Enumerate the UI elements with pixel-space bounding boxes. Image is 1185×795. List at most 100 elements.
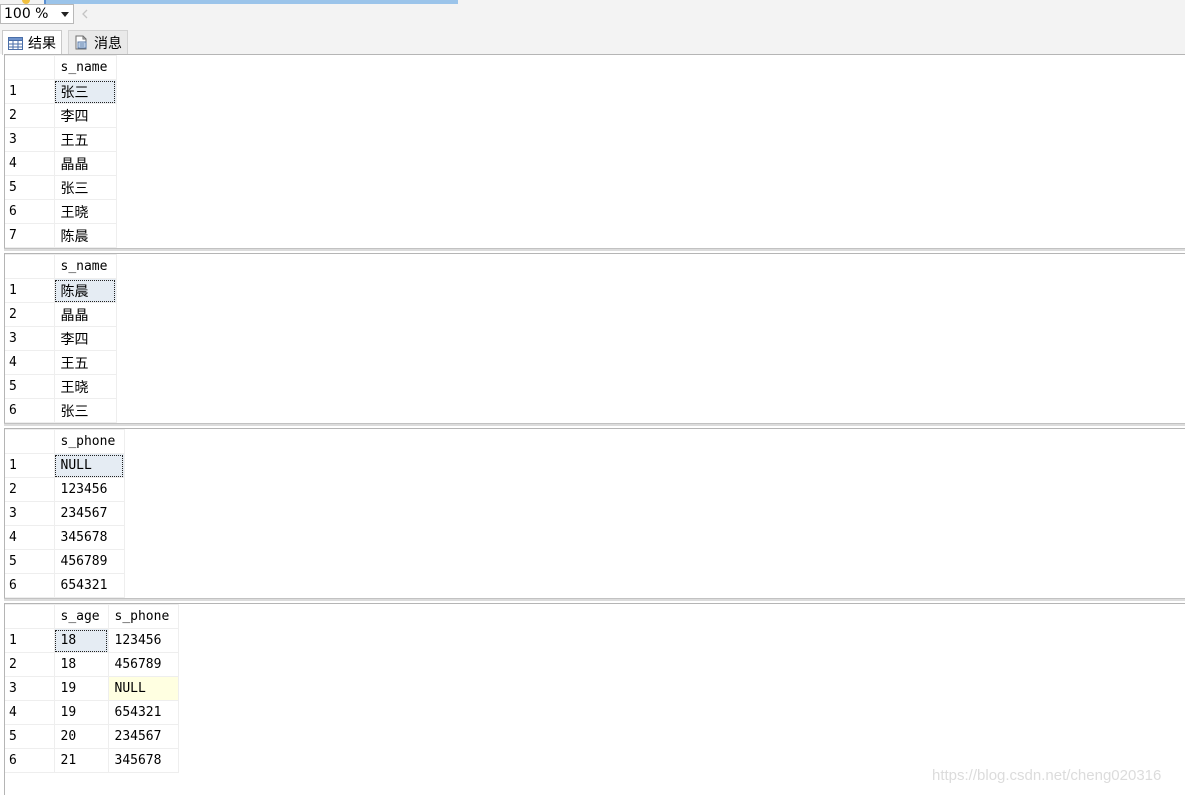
row-number[interactable]: 5 — [5, 724, 55, 749]
cell[interactable]: 晶晶 — [53, 302, 117, 327]
row-number[interactable]: 3 — [5, 127, 55, 152]
row-number-header[interactable] — [5, 604, 55, 629]
table-row[interactable]: 6 654321 — [5, 573, 125, 598]
table-row[interactable]: 3 234567 — [5, 501, 125, 526]
cell[interactable]: 张三 — [53, 398, 117, 423]
cell[interactable]: 王晓 — [53, 199, 117, 224]
table-row[interactable]: 4 19 654321 — [5, 700, 179, 725]
table-row[interactable]: 1 张三 — [5, 79, 117, 104]
cell[interactable]: 345678 — [107, 748, 179, 773]
cell[interactable]: 张三 — [53, 79, 117, 104]
table-row[interactable]: 2 123456 — [5, 477, 125, 502]
tab-messages[interactable]: 消息 — [68, 30, 128, 54]
row-number-header[interactable] — [5, 55, 55, 80]
row-number[interactable]: 4 — [5, 350, 55, 375]
row-number[interactable]: 6 — [5, 748, 55, 773]
pane-splitter[interactable] — [4, 423, 1185, 426]
cell[interactable]: 王晓 — [53, 374, 117, 399]
cell[interactable]: 李四 — [53, 326, 117, 351]
pane-splitter[interactable] — [4, 248, 1185, 251]
cell[interactable]: 李四 — [53, 103, 117, 128]
row-number[interactable]: 5 — [5, 175, 55, 200]
table-row[interactable]: 3 19 NULL — [5, 676, 179, 701]
table-row[interactable]: 5 王晓 — [5, 374, 117, 399]
row-number[interactable]: 2 — [5, 103, 55, 128]
column-header[interactable]: s_age — [53, 604, 109, 629]
pane-splitter[interactable] — [4, 598, 1185, 601]
row-number-header[interactable] — [5, 254, 55, 279]
cell[interactable]: 王五 — [53, 127, 117, 152]
cell[interactable]: 19 — [53, 700, 109, 725]
cell[interactable]: 234567 — [53, 501, 125, 526]
cell[interactable]: 18 — [53, 628, 109, 653]
table-row[interactable]: 7 陈晨 — [5, 223, 117, 248]
cell[interactable]: NULL — [53, 453, 125, 478]
row-number-header[interactable] — [5, 429, 55, 454]
table-row[interactable]: 2 18 456789 — [5, 652, 179, 677]
column-header[interactable]: s_name — [53, 254, 117, 279]
table-row[interactable]: 5 张三 — [5, 175, 117, 200]
cell[interactable]: 123456 — [53, 477, 125, 502]
table-row[interactable]: 1 陈晨 — [5, 278, 117, 303]
column-header[interactable]: s_phone — [53, 429, 125, 454]
row-number[interactable]: 1 — [5, 628, 55, 653]
table-row[interactable]: 4 345678 — [5, 525, 125, 550]
row-number[interactable]: 5 — [5, 549, 55, 574]
table-row[interactable]: 1 18 123456 — [5, 628, 179, 653]
table-row[interactable]: 6 21 345678 — [5, 748, 179, 773]
cell[interactable]: 王五 — [53, 350, 117, 375]
cell[interactable]: 20 — [53, 724, 109, 749]
cell[interactable]: 123456 — [107, 628, 179, 653]
cell[interactable]: 654321 — [107, 700, 179, 725]
tab-results[interactable]: 结果 — [2, 30, 62, 55]
table-row[interactable]: 3 李四 — [5, 326, 117, 351]
column-header[interactable]: s_name — [53, 55, 117, 80]
editor-scrollbar-thumb[interactable] — [44, 0, 458, 4]
row-number[interactable]: 2 — [5, 302, 55, 327]
row-number[interactable]: 4 — [5, 700, 55, 725]
cell[interactable]: 陈晨 — [53, 278, 117, 303]
table-row[interactable]: 4 晶晶 — [5, 151, 117, 176]
row-number[interactable]: 1 — [5, 453, 55, 478]
cell[interactable]: NULL — [107, 676, 179, 701]
row-number[interactable]: 4 — [5, 151, 55, 176]
cell[interactable]: 张三 — [53, 175, 117, 200]
table-row[interactable]: 6 王晓 — [5, 199, 117, 224]
table-row[interactable]: 5 20 234567 — [5, 724, 179, 749]
table-row[interactable]: 6 张三 — [5, 398, 117, 423]
cell[interactable]: 21 — [53, 748, 109, 773]
table-row[interactable]: 1 NULL — [5, 453, 125, 478]
scroll-left-icon[interactable] — [78, 6, 92, 22]
row-number[interactable]: 3 — [5, 501, 55, 526]
row-number[interactable]: 3 — [5, 326, 55, 351]
cell[interactable]: 19 — [53, 676, 109, 701]
zoom-dropdown[interactable]: 100 % — [0, 4, 74, 24]
row-number[interactable]: 1 — [5, 278, 55, 303]
table-row[interactable]: 2 李四 — [5, 103, 117, 128]
row-number[interactable]: 6 — [5, 199, 55, 224]
table-row[interactable]: 4 王五 — [5, 350, 117, 375]
table-row[interactable]: 2 晶晶 — [5, 302, 117, 327]
cell[interactable]: 456789 — [107, 652, 179, 677]
row-number[interactable]: 2 — [5, 652, 55, 677]
cell[interactable]: 456789 — [53, 549, 125, 574]
column-header[interactable]: s_phone — [107, 604, 179, 629]
cell[interactable]: 654321 — [53, 573, 125, 598]
row-number[interactable]: 4 — [5, 525, 55, 550]
table-row[interactable]: 3 王五 — [5, 127, 117, 152]
row-number[interactable]: 2 — [5, 477, 55, 502]
chevron-down-icon[interactable] — [57, 5, 73, 23]
row-number[interactable]: 1 — [5, 79, 55, 104]
row-number[interactable]: 3 — [5, 676, 55, 701]
table-row[interactable]: 5 456789 — [5, 549, 125, 574]
cell[interactable]: 18 — [53, 652, 109, 677]
cell[interactable]: 陈晨 — [53, 223, 117, 248]
row-number[interactable]: 6 — [5, 398, 55, 423]
result-panel-1: s_name 1 张三 2 李四 3 王五 4 晶晶 5 张三 6 王晓 7 陈晨 — [4, 54, 1185, 248]
cell[interactable]: 晶晶 — [53, 151, 117, 176]
cell[interactable]: 345678 — [53, 525, 125, 550]
cell[interactable]: 234567 — [107, 724, 179, 749]
row-number[interactable]: 6 — [5, 573, 55, 598]
row-number[interactable]: 5 — [5, 374, 55, 399]
row-number[interactable]: 7 — [5, 223, 55, 248]
